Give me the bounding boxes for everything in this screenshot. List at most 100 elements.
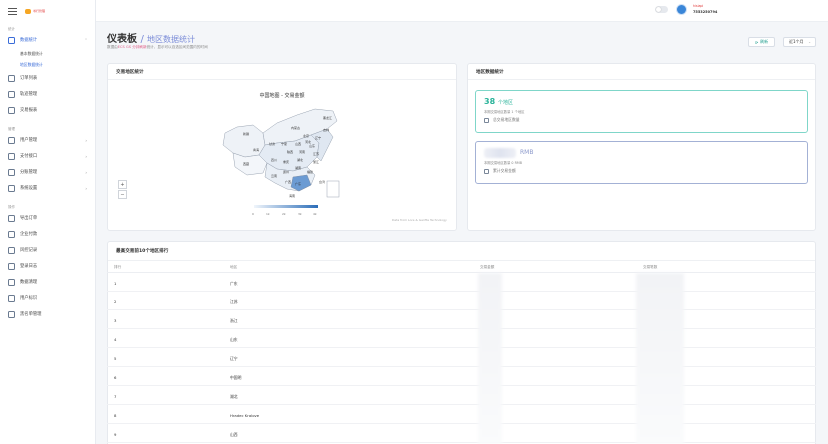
table-row[interactable]: 1 广东 <box>107 274 816 292</box>
sidebar-item-label: 导出订单 <box>20 216 38 221</box>
gear-icon <box>8 184 15 192</box>
zoom-out-button[interactable]: − <box>118 190 127 199</box>
sidebar-item-label: 数据统计 <box>20 38 38 43</box>
page-description: 数据由ECS GS 分钟刷新统计，显示可以自选区间范围内的时间 <box>107 45 208 50</box>
sidebar-item-label: 数据清理 <box>20 280 38 285</box>
sidebar-item-settings[interactable]: 系统设置 › <box>0 180 95 196</box>
sidebar-item-orders[interactable]: 订单列表 <box>0 70 95 86</box>
sidebar-item-label: 订单列表 <box>20 76 38 81</box>
order-icon <box>8 74 15 82</box>
payment-icon <box>8 152 15 160</box>
row-region: 山西 <box>230 432 238 437</box>
province-label: 湖南 <box>295 165 301 170</box>
sidebar-item-login-log[interactable]: 登录日志 <box>0 258 95 274</box>
sidebar-item-cleanup[interactable]: 数据清理 <box>0 274 95 290</box>
china-map[interactable]: 新疆 西藏 青海 甘肃 四川 云南 内蒙古 黑龙江 吉林 辽宁 北京 山东 江苏… <box>215 105 345 200</box>
chevron-down-icon: ⌄ <box>808 40 811 44</box>
sidebar-item-label: 轨迹管理 <box>20 92 38 97</box>
sidebar-item-users[interactable]: 用户管理 › <box>0 132 95 148</box>
range-select-value: 近1个月 <box>789 39 804 44</box>
row-region: Hradec Kralove <box>230 413 260 418</box>
toggle-knob <box>656 7 661 12</box>
range-select[interactable]: 近1个月 ⌄ <box>783 37 816 47</box>
scale-label: 0 <box>252 212 254 216</box>
sidebar-sub-basic[interactable]: 基本数据统计 <box>0 48 95 59</box>
table-row[interactable]: 5 辽宁 <box>107 349 816 367</box>
avatar[interactable] <box>676 4 687 15</box>
user-id: 7553250794 <box>693 10 718 14</box>
sidebar-item-risk[interactable]: 风控记录 <box>0 242 95 258</box>
table-row[interactable]: 2 江苏 <box>107 292 816 310</box>
row-region: 江苏 <box>230 299 238 304</box>
table-row[interactable]: 8 Hradec Kralove <box>107 406 816 424</box>
row-region: 湖北 <box>230 394 238 399</box>
province-label: 河南 <box>299 149 305 154</box>
tag-icon <box>8 294 15 302</box>
sidebar-item-track[interactable]: 轨迹管理 <box>0 86 95 102</box>
sidebar-item-payment[interactable]: 支付接口 › <box>0 148 95 164</box>
scale-label: 3k <box>298 212 302 216</box>
sidebar-item-blacklist[interactable]: 黑名单管理 <box>0 306 95 322</box>
page-title: 仪表板 / 地区数据统计 <box>107 30 195 45</box>
amount-card: RMB 本期交易地区数量 0 RMB 累计交易金额 <box>475 141 808 184</box>
sidebar-item-stats[interactable]: 数据统计 ˄ <box>0 32 95 48</box>
page-subtitle: 地区数据统计 <box>147 35 196 44</box>
desc-highlight: ECS GS 分钟刷新 <box>117 45 147 49</box>
top-header <box>96 0 828 22</box>
map-card-title: 交易地区统计 <box>108 64 456 80</box>
row-region: 中国明 <box>230 375 242 380</box>
sidebar-sub-region[interactable]: 地区数据统计 <box>0 59 95 70</box>
sidebar-item-export[interactable]: 导出订单 <box>0 210 95 226</box>
zoom-in-button[interactable]: + <box>118 180 127 189</box>
sidebar-item-corp-pay[interactable]: 企业付款 <box>0 226 95 242</box>
row-rank: 9 <box>114 432 117 437</box>
user-icon <box>8 136 15 144</box>
province-label: 内蒙古 <box>291 125 300 130</box>
province-label: 贵州 <box>283 169 289 174</box>
table-header-divider <box>107 272 816 273</box>
row-rank: 4 <box>114 337 117 342</box>
region-count-value: 38 个地区 <box>484 97 513 106</box>
sidebar-item-label: 企业付款 <box>20 232 38 237</box>
sidebar-item-label: 分账管理 <box>20 170 38 175</box>
logo: 寻行管理 <box>25 8 45 14</box>
province-label: 浙江 <box>313 159 319 164</box>
table-row[interactable]: 9 山西 <box>107 425 816 443</box>
refresh-button[interactable]: ⟳ 刷新 <box>748 37 775 47</box>
col-header-region: 地区 <box>230 265 238 269</box>
province-label: 山西 <box>295 141 301 146</box>
province-label: 云南 <box>271 173 277 178</box>
row-region: 广东 <box>230 281 238 286</box>
region-count-note: 本期交易地区数量 1 个地区 <box>484 110 525 114</box>
user-name: hisiapi <box>693 4 704 8</box>
province-label: 河北 <box>305 139 311 144</box>
table-row[interactable]: 3 浙江 <box>107 311 816 329</box>
menu-icon[interactable] <box>8 7 17 15</box>
sidebar-item-user-tag[interactable]: 用户标识 <box>0 290 95 306</box>
row-region: 辽宁 <box>230 356 238 361</box>
page-title-main: 仪表板 <box>107 34 137 45</box>
chevron-up-icon: ˄ <box>85 37 87 43</box>
col-header-rank: 排行 <box>114 265 122 269</box>
sidebar-item-split[interactable]: 分账管理 › <box>0 164 95 180</box>
scale-label: 4k <box>313 212 317 216</box>
province-label: 宁夏 <box>281 141 287 146</box>
chart-icon <box>8 36 15 44</box>
map-region-west[interactable] <box>222 124 266 158</box>
row-rank: 5 <box>114 356 117 361</box>
province-label: 辽宁 <box>315 135 321 140</box>
scale-label: 1k <box>266 212 270 216</box>
sidebar-item-label: 风控记录 <box>20 248 38 253</box>
table-row[interactable]: 4 山东 <box>107 330 816 348</box>
row-rank: 8 <box>114 413 117 418</box>
province-label: 福建 <box>307 169 313 174</box>
province-label: 黑龙江 <box>323 115 332 120</box>
table-row[interactable]: 6 中国明 <box>107 368 816 386</box>
table-row[interactable]: 7 湖北 <box>107 387 816 405</box>
sidebar-item-label: 支付接口 <box>20 154 38 159</box>
theme-toggle[interactable] <box>655 6 668 13</box>
amount-value-redacted <box>484 148 516 158</box>
sidebar-item-report[interactable]: 交易报表 <box>0 102 95 118</box>
province-label: 台湾 <box>319 179 325 184</box>
yuan-icon <box>484 168 489 174</box>
